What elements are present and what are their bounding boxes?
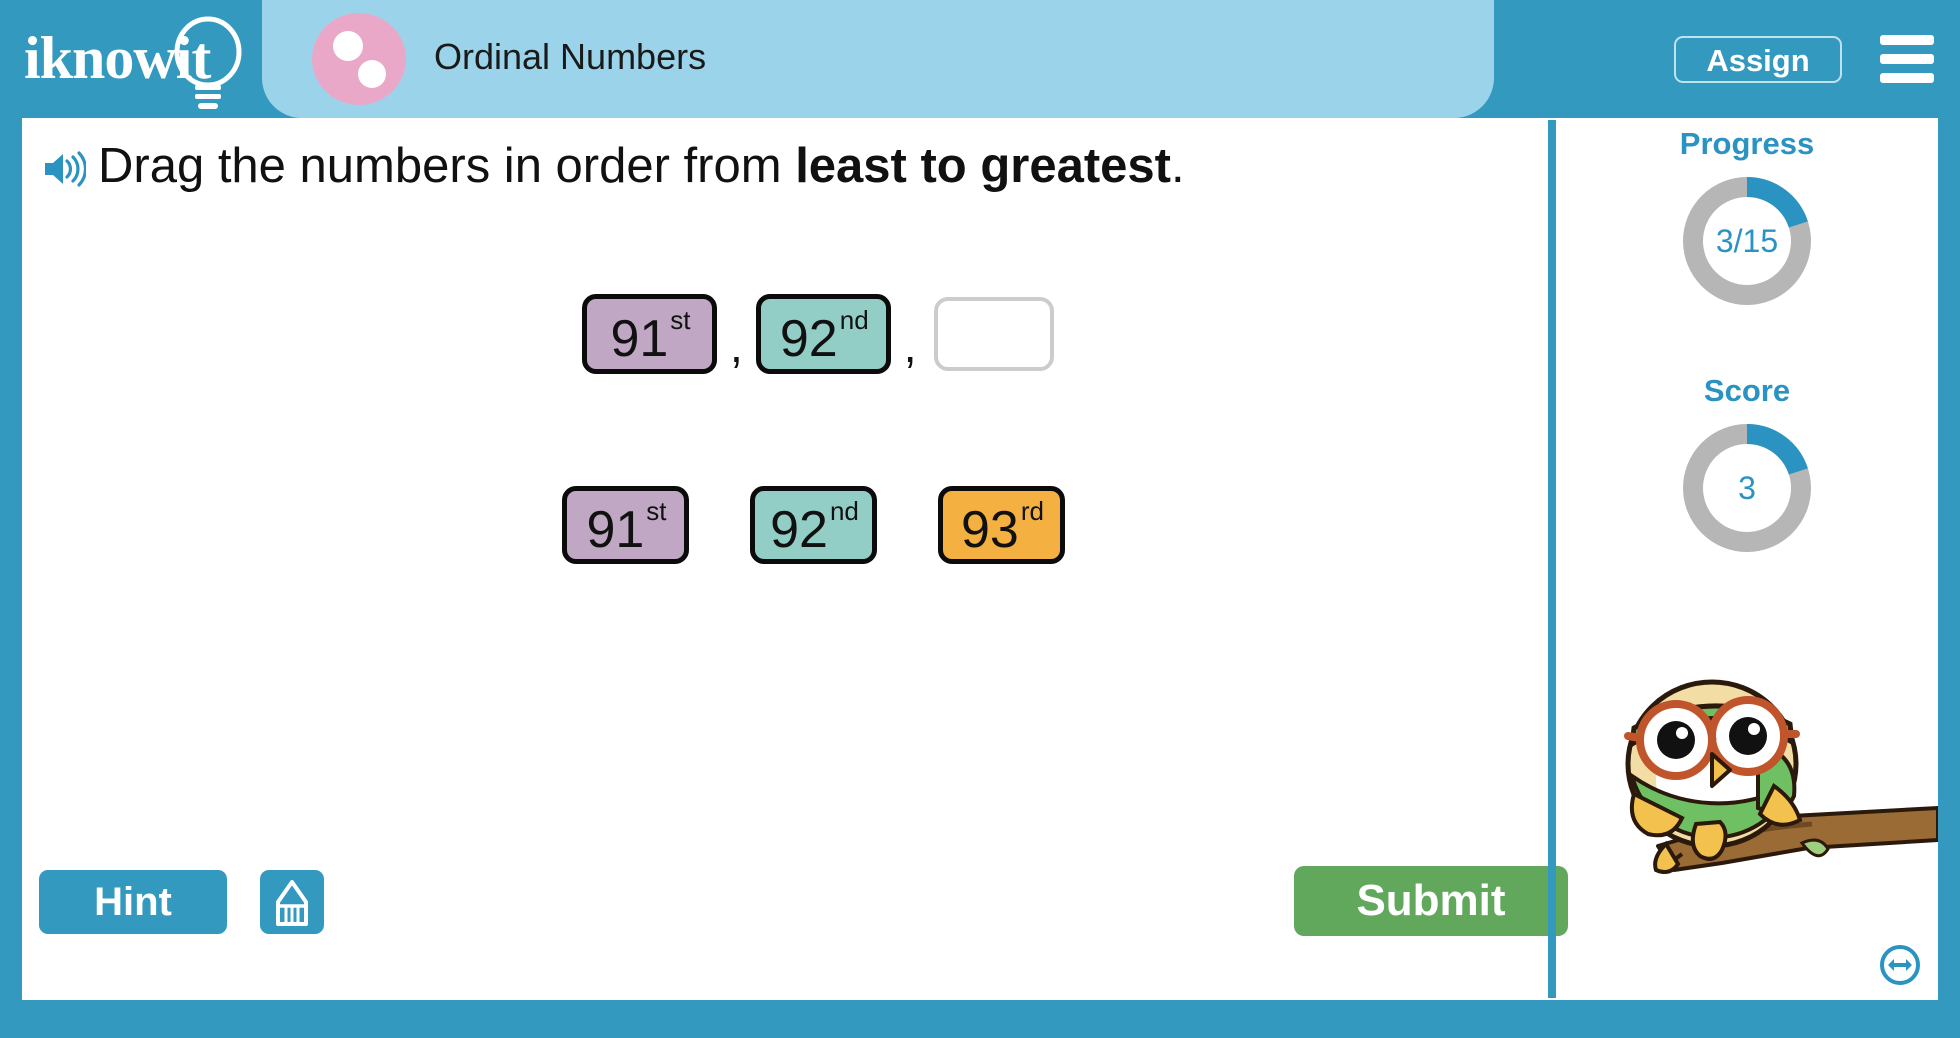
scratchpad-button[interactable] (260, 870, 324, 934)
lesson-title-pill: Ordinal Numbers (262, 0, 1494, 118)
menu-bar-2 (1880, 54, 1934, 64)
subject-dot-1 (333, 31, 363, 61)
answer-tile-2-suffix: nd (839, 305, 869, 335)
owl-mascot-icon (1624, 679, 1938, 874)
status-sidebar: Progress 3/15 Score 3 (1556, 118, 1938, 1000)
iknowit-logo[interactable]: iknowit (22, 10, 242, 109)
question-text: Drag the numbers in order from least to … (98, 139, 1185, 194)
progress-donut: 3/15 (1677, 171, 1817, 311)
answer-separator-2: , (903, 320, 917, 372)
score-value: 3 (1738, 469, 1756, 506)
source-tile-1-number: 91 (586, 501, 645, 559)
answer-tile-1-number: 91 (610, 310, 669, 368)
progress-value: 3/15 (1715, 222, 1779, 259)
app-header: iknowit Ordinal Numbers Assign (0, 0, 1960, 118)
lightbulb-icon (174, 16, 242, 109)
answer-separator-1: , (730, 320, 743, 372)
source-tile-3-number: 93 (961, 501, 1019, 559)
question-emphasis: least to greatest (795, 139, 1171, 193)
lesson-title: Ordinal Numbers (434, 36, 707, 77)
question-prefix: Drag the numbers in order from (98, 139, 796, 193)
menu-bar-3 (1880, 73, 1934, 83)
answer-tile-2[interactable]: 92nd (755, 294, 891, 374)
question-suffix: . (1171, 139, 1185, 193)
source-tile-3-suffix: rd (1020, 496, 1044, 526)
menu-bar-1 (1880, 35, 1934, 45)
resize-horizontal-icon[interactable] (1878, 943, 1922, 987)
answer-tile-1[interactable]: 91st (582, 294, 717, 374)
app-window: iknowit Ordinal Numbers Assign Drag the … (0, 0, 1960, 1038)
pink-circle-dots-icon (312, 13, 406, 105)
score-block: Score 3 (1556, 373, 1938, 558)
hamburger-menu-icon[interactable] (1880, 35, 1934, 83)
source-tile-3[interactable]: 93rd (938, 486, 1065, 564)
content-card: Drag the numbers in order from least to … (22, 118, 1938, 1000)
submit-button[interactable]: Submit (1294, 866, 1568, 936)
progress-block: Progress 3/15 (1556, 126, 1938, 311)
source-tile-1[interactable]: 91st (562, 486, 689, 564)
assign-button[interactable]: Assign (1674, 36, 1842, 83)
hint-button[interactable]: Hint (39, 870, 227, 934)
answer-tile-2-number: 92 (779, 310, 838, 368)
source-tile-2[interactable]: 92nd (750, 486, 877, 564)
panel-divider (1548, 120, 1556, 998)
source-tile-2-suffix: nd (829, 496, 859, 526)
answer-drop-row: 91st , 92nd , (582, 294, 1054, 374)
source-tile-1-suffix: st (646, 496, 667, 526)
question-line: Drag the numbers in order from least to … (42, 139, 1492, 194)
answer-empty-slot[interactable] (933, 297, 1054, 371)
progress-title: Progress (1679, 126, 1815, 161)
score-title: Score (1703, 373, 1791, 408)
subject-dot-2 (358, 60, 386, 88)
speaker-audio-icon[interactable] (42, 149, 86, 189)
score-donut: 3 (1677, 418, 1817, 558)
answer-tile-1-suffix: st (670, 305, 691, 335)
source-tile-2-number: 92 (770, 501, 828, 559)
pencil-scratchpad-icon (276, 880, 308, 926)
source-tiles-row: 91st 92nd 93rd (562, 486, 1065, 564)
